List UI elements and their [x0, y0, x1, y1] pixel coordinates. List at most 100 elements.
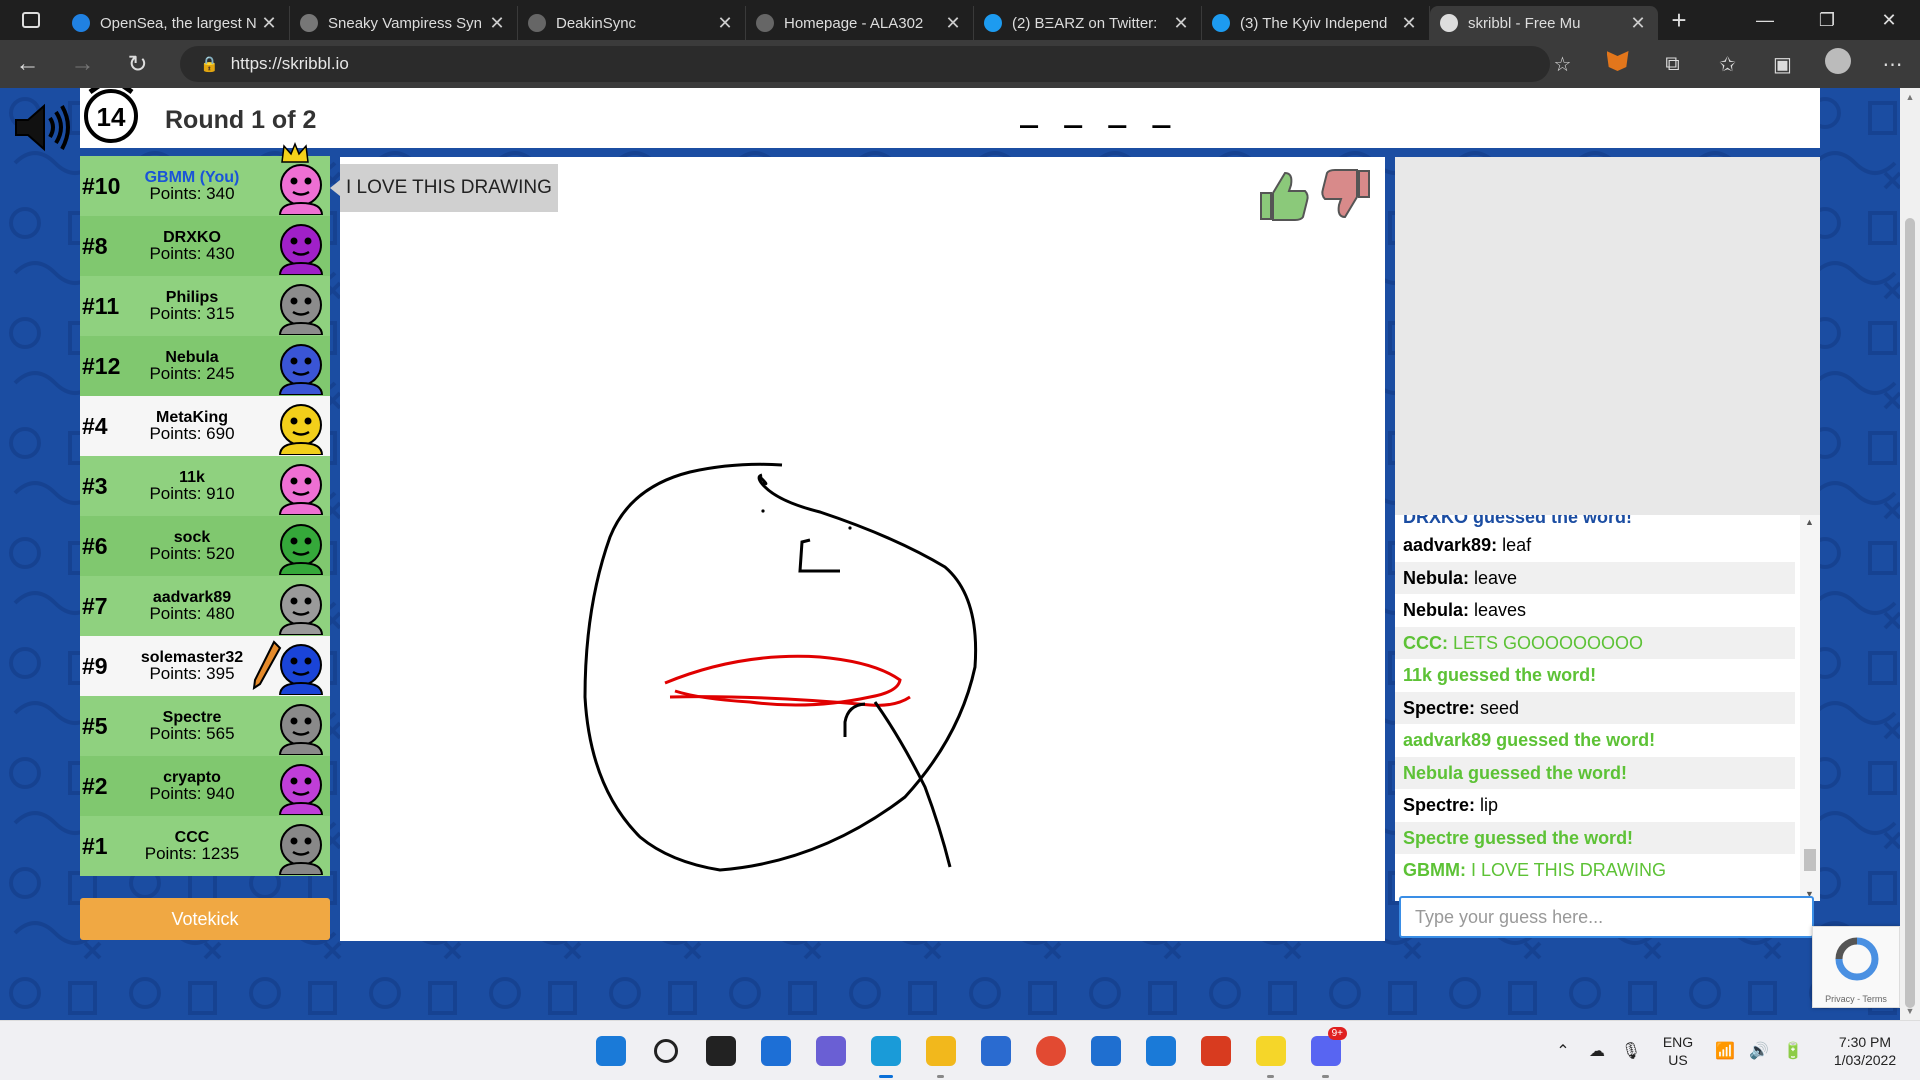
widgets-taskbar-button[interactable] [748, 1021, 803, 1080]
player-avatar [278, 704, 324, 755]
recaptcha-badge[interactable]: Privacy - Terms [1812, 926, 1900, 1008]
chat-message: Nebula guessed the word! [1395, 756, 1795, 789]
player-row[interactable]: #11 Philips Points: 315 [80, 276, 330, 336]
chat-author: Nebula: [1403, 600, 1470, 620]
tab-title: DeakinSync [556, 14, 637, 32]
player-row[interactable]: #6 sock Points: 520 [80, 516, 330, 576]
browser-tab[interactable]: Homepage - ALA302 ✕ [746, 6, 974, 40]
chat-text: LETS GOOOOOOOOO [1448, 632, 1644, 653]
store-icon [980, 1036, 1011, 1066]
sticky-notes-taskbar-button[interactable] [1243, 1021, 1298, 1080]
more-menu-icon[interactable]: ⋯ [1865, 52, 1920, 77]
browser-tab[interactable]: Sneaky Vampiress Syn ✕ [290, 6, 518, 40]
chat-author: GBMM: [1403, 860, 1466, 880]
player-row[interactable]: #7 aadvark89 Points: 480 [80, 576, 330, 636]
close-tab-icon[interactable]: ✕ [943, 13, 963, 34]
metamask-icon[interactable] [1590, 51, 1645, 77]
chat-panel: DRXKO guessed the word! aadvark89: leaf N… [1395, 515, 1820, 901]
chat-scroll-up-icon[interactable]: ▲ [1805, 517, 1814, 527]
mail-taskbar-button[interactable] [1078, 1021, 1133, 1080]
collections-icon[interactable]: ▣ [1755, 52, 1810, 77]
tray-overflow-icon[interactable]: ⌃ [1546, 1041, 1580, 1061]
votekick-button[interactable]: Votekick [80, 898, 330, 940]
discord-taskbar-button[interactable]: 9+ [1298, 1021, 1353, 1080]
tab-actions-icon [22, 12, 40, 28]
store-taskbar-button[interactable] [968, 1021, 1023, 1080]
profile-avatar[interactable] [1810, 48, 1865, 80]
battery-icon[interactable]: 🔋 [1776, 1041, 1810, 1061]
thumbs-up-icon[interactable] [1260, 171, 1309, 221]
refresh-button[interactable]: ↻ [110, 50, 165, 79]
drawing-canvas[interactable] [340, 157, 1385, 941]
close-tab-icon[interactable]: ✕ [259, 13, 279, 34]
forward-button[interactable]: → [55, 50, 110, 78]
close-tab-icon[interactable]: ✕ [1171, 13, 1191, 34]
close-tab-icon[interactable]: ✕ [1399, 13, 1419, 34]
clock[interactable]: 7:30 PM 1/03/2022 [1810, 1033, 1920, 1069]
player-row[interactable]: #10 GBMM (You) Points: 340 [80, 142, 330, 216]
new-tab-button[interactable]: + [1658, 5, 1700, 36]
back-button[interactable]: ← [0, 50, 55, 78]
scroll-down-icon[interactable]: ▼ [1900, 1006, 1920, 1016]
player-row[interactable]: #1 CCC Points: 1235 [80, 816, 330, 876]
browser-tab[interactable]: OpenSea, the largest N ✕ [62, 6, 290, 40]
player-row[interactable]: #5 Spectre Points: 565 [80, 696, 330, 756]
windows-start-taskbar-button[interactable] [583, 1021, 638, 1080]
tab-actions-button[interactable] [0, 0, 62, 40]
volume-icon[interactable]: 🔊 [1742, 1041, 1776, 1061]
office-taskbar-button[interactable] [1188, 1021, 1243, 1080]
address-bar[interactable]: 🔒 https://skribbl.io [180, 46, 1550, 82]
crown-icon [281, 142, 309, 163]
chat-message: Nebula: leaves [1395, 594, 1795, 627]
player-info: 11k Points: 910 [120, 470, 272, 503]
chat-message-partial: DRXKO guessed the word! [1403, 515, 1633, 527]
close-window-button[interactable]: ✕ [1858, 0, 1920, 40]
dell-taskbar-button[interactable] [1133, 1021, 1188, 1080]
microphone-icon[interactable]: 🎙 [1614, 1041, 1648, 1061]
search-icon [653, 1039, 678, 1063]
browser-tab[interactable]: skribbl - Free Mu ✕ [1430, 6, 1658, 40]
tab-title: (2) BΞARZ on Twitter: [1012, 14, 1158, 32]
browser-tab[interactable]: DeakinSync ✕ [518, 6, 746, 40]
player-row[interactable]: #8 DRXKO Points: 430 [80, 216, 330, 276]
browser-tab[interactable]: (3) The Kyiv Independ ✕ [1202, 6, 1430, 40]
chat-message: Spectre: lip [1395, 789, 1795, 822]
teams-chat-taskbar-button[interactable] [803, 1021, 858, 1080]
extensions-icon[interactable]: ⧉ [1645, 53, 1700, 76]
sound-toggle-icon[interactable] [12, 100, 72, 155]
close-tab-icon[interactable]: ✕ [715, 13, 735, 34]
player-row[interactable]: #12 Nebula Points: 245 [80, 336, 330, 396]
page-scrollbar[interactable]: ▲ ▼ [1900, 88, 1920, 1020]
thumbs-down-icon[interactable] [1321, 169, 1370, 219]
player-row[interactable]: #4 MetaKing Points: 690 [80, 396, 330, 456]
minimize-button[interactable]: — [1734, 0, 1796, 40]
wifi-icon[interactable]: 📶 [1708, 1041, 1742, 1061]
guess-input[interactable]: Type your guess here... [1399, 896, 1814, 938]
language-indicator[interactable]: ENG US [1648, 1033, 1708, 1069]
browser-tab[interactable]: (2) BΞARZ on Twitter: ✕ [974, 6, 1202, 40]
chat-scroll-thumb[interactable] [1804, 849, 1816, 871]
player-row[interactable]: #2 cryapto Points: 940 [80, 756, 330, 816]
add-favorite-icon[interactable]: ☆ [1535, 52, 1590, 77]
favorites-icon[interactable]: ✩ [1700, 52, 1755, 77]
chrome-taskbar-button[interactable] [1023, 1021, 1078, 1080]
file-explorer-taskbar-button[interactable] [913, 1021, 968, 1080]
maximize-button[interactable]: ❐ [1796, 0, 1858, 40]
edge-taskbar-button[interactable] [858, 1021, 913, 1080]
chat-scrollbar[interactable]: ▲ ▼ [1800, 515, 1820, 901]
player-avatar [278, 524, 324, 575]
chat-message: Spectre guessed the word! [1395, 821, 1795, 854]
player-points: Points: 565 [149, 724, 235, 743]
close-tab-icon[interactable]: ✕ [487, 13, 507, 34]
onedrive-icon[interactable]: ☁ [1580, 1041, 1614, 1061]
task-view-taskbar-button[interactable] [693, 1021, 748, 1080]
player-row[interactable]: #9 solemaster32 Points: 395 [80, 636, 330, 696]
lock-icon: 🔒 [200, 56, 219, 73]
player-row[interactable]: #3 11k Points: 910 [80, 456, 330, 516]
scroll-up-icon[interactable]: ▲ [1900, 92, 1920, 102]
close-tab-icon[interactable]: ✕ [1628, 13, 1648, 34]
search-taskbar-button[interactable] [638, 1021, 693, 1080]
clock-time: 7:30 PM [1838, 1034, 1892, 1050]
scroll-thumb[interactable] [1905, 218, 1915, 1008]
recaptcha-links[interactable]: Privacy - Terms [1813, 994, 1899, 1004]
